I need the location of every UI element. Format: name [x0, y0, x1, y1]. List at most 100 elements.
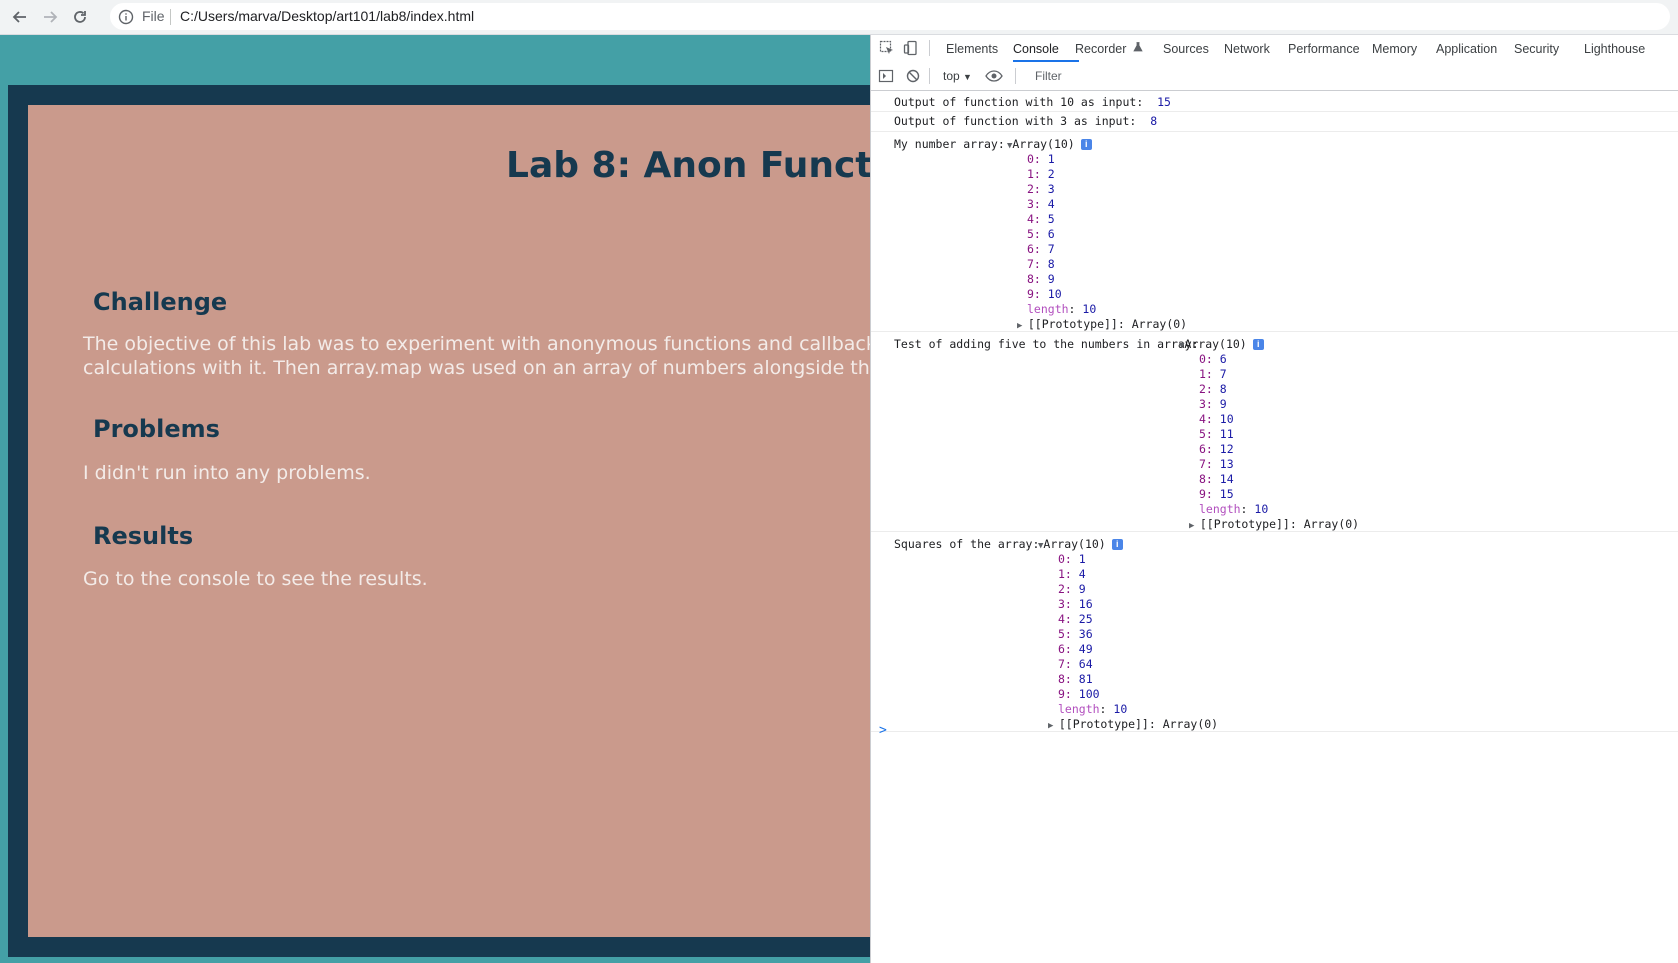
- array-summary[interactable]: ▼Array(10) i: [1038, 537, 1123, 551]
- array-prototype[interactable]: ▶ [[Prototype]]: Array(0): [1189, 517, 1359, 531]
- array-index: 3:: [1199, 397, 1220, 411]
- back-button[interactable]: [8, 5, 32, 29]
- tab-console[interactable]: Console: [1013, 42, 1059, 56]
- array-prototype[interactable]: ▶ [[Prototype]]: Array(0): [1017, 317, 1187, 331]
- eye-icon[interactable]: [985, 68, 1003, 84]
- array-value: 13: [1219, 457, 1234, 471]
- array-entry: 1: 7: [1199, 367, 1227, 381]
- console-array-message: My number array: ▼Array(10) i 0: 1 1: 2 2: 33…: [871, 131, 1678, 332]
- tab-lighthouse[interactable]: Lighthouse: [1584, 42, 1645, 56]
- array-entry: 1: 2: [1027, 167, 1055, 181]
- filter-input[interactable]: [1029, 65, 1678, 87]
- array-index: 8:: [1027, 272, 1048, 286]
- devtools-panel: Elements Console Recorder Sources Networ…: [870, 35, 1678, 963]
- tab-recorder-label: Recorder: [1075, 42, 1127, 56]
- tab-memory[interactable]: Memory: [1372, 42, 1417, 56]
- array-entry: 0: 6: [1199, 352, 1227, 366]
- forward-button[interactable]: [38, 5, 62, 29]
- info-badge-icon[interactable]: i: [1080, 139, 1092, 150]
- console-array-message: Squares of the array: ▼Array(10) i 0: 1 1: 4…: [871, 531, 1678, 732]
- array-label: Squares of the array:: [894, 537, 1040, 551]
- array-summary[interactable]: ▼Array(10) i: [1007, 137, 1092, 151]
- length-separator: :: [1068, 302, 1083, 316]
- results-text: Go to the console to see the results.: [83, 568, 428, 590]
- collapsed-triangle-icon[interactable]: ▶: [1189, 521, 1200, 531]
- info-badge-icon[interactable]: i: [1111, 539, 1123, 550]
- context-label: top: [943, 69, 960, 83]
- active-tab-indicator: [1013, 60, 1079, 62]
- array-index: 0:: [1027, 152, 1048, 166]
- inspect-element-icon[interactable]: [879, 40, 895, 56]
- array-index: 1:: [1058, 567, 1079, 581]
- array-index: 0:: [1199, 352, 1220, 366]
- array-value: 25: [1078, 612, 1093, 626]
- array-entry: 2: 9: [1058, 582, 1086, 596]
- array-entry: 5: 36: [1058, 627, 1093, 641]
- array-entry: 9: 100: [1058, 687, 1100, 701]
- array-label: My number array:: [894, 137, 1005, 151]
- array-length: length: 10: [1199, 502, 1268, 516]
- page-viewport: Lab 8: Anon Functions Challenge The obje…: [0, 35, 870, 963]
- tab-elements[interactable]: Elements: [946, 42, 998, 56]
- array-index: 5:: [1027, 227, 1048, 241]
- array-value: 49: [1078, 642, 1093, 656]
- collapsed-triangle-icon[interactable]: ▶: [1048, 721, 1059, 731]
- array-value: 16: [1078, 597, 1093, 611]
- protocol-label: File: [142, 8, 165, 24]
- array-entry: 8: 14: [1199, 472, 1234, 486]
- arrow-left-icon: [12, 11, 26, 23]
- array-index: 8:: [1058, 672, 1079, 686]
- url-text[interactable]: C:/Users/marva/Desktop/art101/lab8/index…: [180, 8, 474, 24]
- message-label: Output of function with 10 as input:: [894, 95, 1144, 109]
- array-entry: 2: 3: [1027, 182, 1055, 196]
- array-entry: 4: 10: [1199, 412, 1234, 426]
- array-entry: 3: 4: [1027, 197, 1055, 211]
- tab-network[interactable]: Network: [1224, 42, 1270, 56]
- array-entry: 7: 8: [1027, 257, 1055, 271]
- tab-application[interactable]: Application: [1436, 42, 1497, 56]
- challenge-text-line-1: The objective of this lab was to experim…: [83, 333, 870, 355]
- browser-toolbar: File C:/Users/marva/Desktop/art101/lab8/…: [0, 0, 1678, 35]
- console-prompt[interactable]: >: [879, 723, 887, 738]
- tab-recorder[interactable]: Recorder: [1075, 42, 1143, 56]
- divider: [1015, 68, 1016, 84]
- collapsed-triangle-icon[interactable]: ▶: [1017, 321, 1028, 331]
- array-index: 9:: [1027, 287, 1048, 301]
- length-key: length: [1058, 702, 1100, 716]
- array-value: 2: [1047, 167, 1055, 181]
- clear-console-icon[interactable]: [905, 68, 921, 84]
- array-prototype[interactable]: ▶ [[Prototype]]: Array(0): [1048, 717, 1218, 731]
- message-value: 15: [1157, 95, 1171, 109]
- array-value: 10: [1219, 412, 1234, 426]
- context-selector[interactable]: top ▼: [943, 69, 972, 83]
- console-array-message: Test of adding five to the numbers in ar…: [871, 331, 1678, 532]
- results-heading: Results: [93, 522, 194, 550]
- array-header: My number array:: [894, 137, 1005, 151]
- address-bar[interactable]: File C:/Users/marva/Desktop/art101/lab8/…: [110, 3, 1670, 30]
- tab-performance[interactable]: Performance: [1288, 42, 1360, 56]
- array-entry: 0: 1: [1027, 152, 1055, 166]
- array-value: 4: [1047, 197, 1055, 211]
- array-value: 81: [1078, 672, 1093, 686]
- array-entry: 1: 4: [1058, 567, 1086, 581]
- tab-sources[interactable]: Sources: [1163, 42, 1209, 56]
- array-index: 5:: [1058, 627, 1079, 641]
- tab-security[interactable]: Security: [1514, 42, 1559, 56]
- length-key: length: [1199, 502, 1241, 516]
- array-index: 2:: [1027, 182, 1048, 196]
- console-toolbar: top ▼: [871, 63, 1678, 91]
- page-title: Lab 8: Anon Functions: [506, 145, 870, 186]
- info-badge-icon[interactable]: i: [1252, 339, 1264, 350]
- info-icon[interactable]: [118, 9, 134, 25]
- reload-button[interactable]: [68, 5, 92, 29]
- console-message: Output of function with 3 as input: 8: [871, 111, 1678, 132]
- sidebar-toggle-icon[interactable]: [878, 68, 894, 84]
- divider: [170, 9, 171, 25]
- array-entry: 0: 1: [1058, 552, 1086, 566]
- array-entry: 6: 12: [1199, 442, 1234, 456]
- array-summary[interactable]: ▼Array(10) i: [1179, 337, 1264, 351]
- array-index: 9:: [1058, 687, 1079, 701]
- challenge-text-line-2: calculations with it. Then array.map was…: [83, 357, 870, 379]
- array-value: 8: [1047, 257, 1055, 271]
- device-toolbar-icon[interactable]: [903, 40, 919, 56]
